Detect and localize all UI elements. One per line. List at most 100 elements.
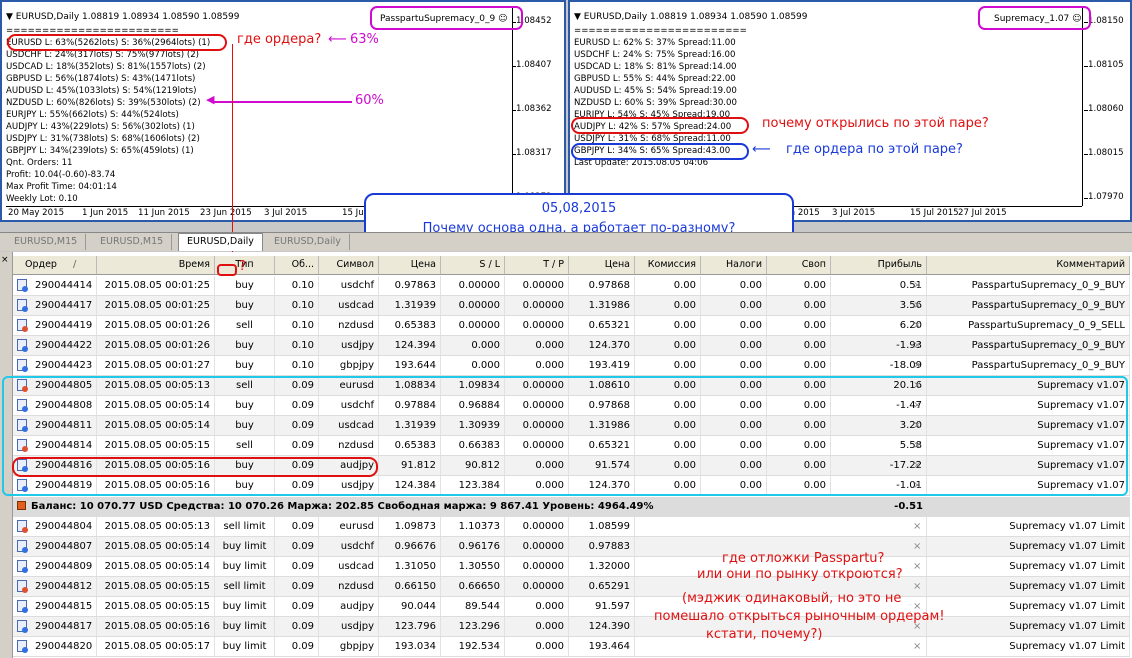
- cell-swap: 0.00: [767, 356, 831, 375]
- column-header[interactable]: Прибыль: [831, 256, 927, 274]
- left_chart-stat-line[interactable]: Weekly Lot: 0.10: [6, 194, 78, 205]
- right_chart-price-tick: [1084, 154, 1088, 155]
- left_chart-stat-line[interactable]: Profit: 10.04(-0.60)-83.74: [6, 170, 115, 181]
- tab-eurusd-m15-2[interactable]: EURUSD,M15: [92, 234, 173, 250]
- cell-vol: 0.09: [275, 537, 319, 556]
- right_chart-price-label: 1.08060: [1088, 104, 1124, 114]
- cell-tax: 0.00: [701, 316, 767, 335]
- close-order-icon[interactable]: ×: [909, 557, 927, 576]
- column-header[interactable]: Символ: [319, 256, 379, 274]
- left_chart-stat-line[interactable]: GBPUSD L: 56%(1874lots) S: 43%(1471lots): [6, 74, 195, 85]
- cell-tp: 0.00000: [505, 517, 569, 536]
- cell-tp: 0.000: [505, 336, 569, 355]
- table-row[interactable]: 290044422 2015.08.05 00:01:26 buy 0.10 usdjp…: [13, 336, 1130, 356]
- table-row[interactable]: 290044417 2015.08.05 00:01:25 buy 0.10 usdca…: [13, 296, 1130, 316]
- right_chart-date-label: 3 Jul 2015: [832, 208, 876, 218]
- left_chart-stat-line[interactable]: Max Profit Time: 04:01:14: [6, 182, 117, 193]
- left_chart-stat-line[interactable]: USDCAD L: 18%(352lots) S: 81%(1557lots) …: [6, 62, 206, 73]
- cell-price: 193.644: [379, 356, 441, 375]
- cell-tp: 0.00000: [505, 557, 569, 576]
- column-header[interactable]: Время: [97, 256, 215, 274]
- left_chart-stat-line[interactable]: NZDUSD L: 60%(826lots) S: 39%(530lots) (…: [6, 98, 201, 109]
- cell-sl: 0.00000: [441, 276, 505, 295]
- chart-tab-bar: EURUSD,M15 EURUSD,M15 EURUSD,Daily EURUS…: [0, 232, 1132, 251]
- annot-63: 63%: [350, 32, 379, 47]
- right_chart-stat-line[interactable]: USDCHF L: 24% S: 75% Spread:16.00: [574, 50, 735, 61]
- column-header[interactable]: Налоги: [701, 256, 767, 274]
- table-row[interactable]: 290044419 2015.08.05 00:01:26 sell 0.10 nzdu…: [13, 316, 1130, 336]
- left_chart-stat-line[interactable]: EURJPY L: 55%(662lots) S: 44%(524lots): [6, 110, 179, 121]
- close-order-icon[interactable]: ×: [909, 577, 927, 596]
- column-header[interactable]: S / L: [441, 256, 505, 274]
- pending-row[interactable]: 290044804 2015.08.05 00:05:13 sell limit 0.…: [13, 517, 1130, 537]
- close-order-icon[interactable]: ×: [909, 537, 927, 556]
- cell-price: 1.09873: [379, 517, 441, 536]
- close-order-icon[interactable]: ×: [909, 276, 927, 295]
- left_chart-stat-line[interactable]: USDCHF L: 24%(317lots) S: 75%(977lots) (…: [6, 50, 199, 61]
- tab-eurusd-daily-active[interactable]: EURUSD,Daily: [178, 233, 263, 251]
- left_chart-stat-line[interactable]: GBPJPY L: 34%(239lots) S: 65%(459lots) (…: [6, 146, 194, 157]
- pending-row[interactable]: 290044809 2015.08.05 00:05:14 buy limit 0.0…: [13, 557, 1130, 577]
- pending-row[interactable]: 290044820 2015.08.05 00:05:17 buy limit 0.0…: [13, 637, 1130, 657]
- column-header[interactable]: T / P: [505, 256, 569, 274]
- column-header[interactable]: Ордер: [13, 256, 97, 274]
- right_chart-stat-line[interactable]: USDCAD L: 18% S: 81% Spread:14.00: [574, 62, 737, 73]
- cell-price: 90.044: [379, 597, 441, 616]
- left_chart-stat-line[interactable]: USDJPY L: 31%(738lots) S: 68%(1606lots) …: [6, 134, 200, 145]
- table-row[interactable]: 290044414 2015.08.05 00:01:25 buy 0.10 usdch…: [13, 276, 1130, 296]
- cell-sl: 0.000: [441, 356, 505, 375]
- left_chart-date-label: 1 Jun 2015: [82, 208, 129, 218]
- close-order-icon[interactable]: ×: [909, 316, 927, 335]
- column-header[interactable]: Об...: [275, 256, 319, 274]
- left-price-axis: [512, 6, 513, 206]
- pending-row[interactable]: 290044812 2015.08.05 00:05:15 sell limit 0.…: [13, 577, 1130, 597]
- cell-id: 290044812: [31, 577, 97, 596]
- close-order-icon[interactable]: ×: [909, 336, 927, 355]
- cell-sym: usdjpy: [319, 336, 379, 355]
- cell-tax: 0.00: [701, 356, 767, 375]
- cell-price: 0.96676: [379, 537, 441, 556]
- pending-row[interactable]: 290044807 2015.08.05 00:05:14 buy limit 0.0…: [13, 537, 1130, 557]
- left_chart-stat-line[interactable]: Qnt. Orders: 11: [6, 158, 73, 169]
- close-order-icon[interactable]: ×: [909, 637, 927, 656]
- left_chart-stat-line[interactable]: AUDJPY L: 43%(229lots) S: 56%(302lots) (…: [6, 122, 195, 133]
- pending-row[interactable]: 290044815 2015.08.05 00:05:15 buy limit 0.0…: [13, 597, 1130, 617]
- annot-magic-q2: помешало открыться рыночным ордерам!: [654, 609, 945, 624]
- pending-row[interactable]: 290044817 2015.08.05 00:05:16 buy limit 0.0…: [13, 617, 1130, 637]
- sort-icon[interactable]: /: [73, 259, 76, 270]
- annot-60: 60%: [355, 93, 384, 108]
- cell-vol: 0.09: [275, 517, 319, 536]
- tab-eurusd-daily-2[interactable]: EURUSD,Daily: [266, 234, 350, 250]
- close-icon[interactable]: ×: [1, 255, 9, 265]
- callout-date: 05,08,2015: [541, 201, 617, 216]
- right_chart-stat-line[interactable]: EURUSD L: 62% S: 37% Spread:11.00: [574, 38, 736, 49]
- column-header[interactable]: Комментарий: [927, 256, 1130, 274]
- column-header[interactable]: Комиссия: [635, 256, 701, 274]
- right_chart-stat-line[interactable]: GBPUSD L: 55% S: 44% Spread:22.00: [574, 74, 736, 85]
- close-order-icon[interactable]: ×: [909, 356, 927, 375]
- cell-comment: Supremacy v1.07 Limit: [927, 577, 1130, 596]
- right_chart-stat-line[interactable]: NZDUSD L: 60% S: 39% Spread:30.00: [574, 98, 737, 109]
- cell-tp: 0.00000: [505, 276, 569, 295]
- order-icon: [17, 620, 28, 633]
- close-order-icon[interactable]: ×: [909, 517, 927, 536]
- order-side-dot: [22, 547, 28, 553]
- right_chart-stat-line[interactable]: AUDUSD L: 45% S: 54% Spread:19.00: [574, 86, 737, 97]
- close-order-icon[interactable]: ×: [909, 296, 927, 315]
- column-header[interactable]: Цена: [569, 256, 635, 274]
- cell-price: 0.65383: [379, 316, 441, 335]
- cell-tp: 0.000: [505, 637, 569, 656]
- right-chart-window[interactable]: ▼ EURUSD,Daily 1.08819 1.08934 1.08590 1…: [568, 0, 1132, 222]
- cell-type: buy: [215, 276, 275, 295]
- cell-sl: 123.296: [441, 617, 505, 636]
- cell-cur: 193.464: [569, 637, 635, 656]
- left_chart-price-tick: [512, 154, 516, 155]
- tab-eurusd-m15-1[interactable]: EURUSD,M15: [6, 234, 87, 250]
- column-header[interactable]: Цена: [379, 256, 441, 274]
- dropdown-icon: ▼: [574, 12, 584, 22]
- column-header[interactable]: Своп: [767, 256, 831, 274]
- table-row[interactable]: 290044423 2015.08.05 00:01:27 buy 0.10 gbpjp…: [13, 356, 1130, 376]
- left_chart-stat-line[interactable]: AUDUSD L: 45%(1033lots) S: 54%(1219lots): [6, 86, 196, 97]
- right_chart-price-label: 1.07970: [1088, 192, 1124, 202]
- cell-time: 2015.08.05 00:05:15: [97, 577, 215, 596]
